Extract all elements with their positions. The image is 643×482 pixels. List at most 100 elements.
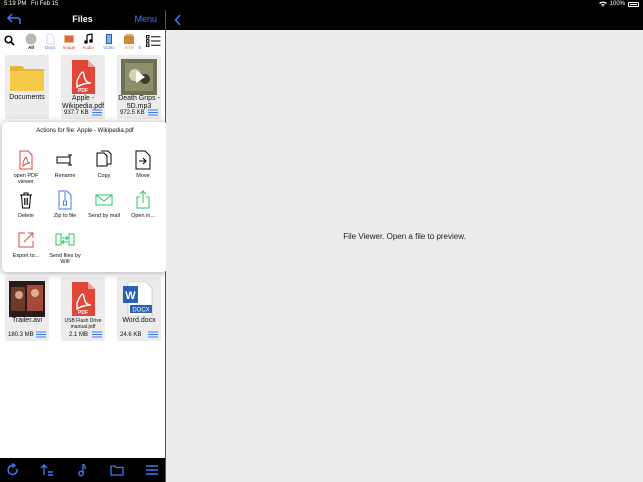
- file-size: 24.6 KB: [120, 332, 142, 338]
- status-right: 100%: [598, 1, 639, 7]
- docx-file-icon: W DOCX: [123, 281, 153, 317]
- filter-label: E: [138, 45, 142, 50]
- action-zip[interactable]: Zip to file: [46, 190, 84, 219]
- other-icon: [137, 36, 143, 44]
- files-nav-bar: Files Menu: [0, 10, 165, 30]
- file-tile-word[interactable]: W DOCX Word.docx 24.6 KB: [117, 277, 161, 341]
- file-size: 180.3 MB: [8, 332, 34, 338]
- action-send-wifi[interactable]: Send files by Wifi: [46, 230, 84, 265]
- pdf-file-icon: PDF: [72, 60, 95, 94]
- action-send-mail[interactable]: Send by mail: [85, 190, 123, 219]
- filter-label: Image: [62, 45, 76, 50]
- filter-docs[interactable]: Docs: [41, 33, 59, 50]
- file-name: Word.docx: [122, 317, 156, 324]
- file-tile-apple-pdf[interactable]: PDF Apple - Wikipedia.pdf 937.7 KB: [61, 55, 105, 119]
- move-icon: [135, 150, 151, 170]
- battery-icon: [628, 1, 639, 7]
- svg-text:PDF: PDF: [78, 88, 88, 94]
- screen: 5:19 PM Fri Feb 15 100% Files Menu All D…: [0, 0, 643, 482]
- action-rename[interactable]: Rename: [46, 150, 84, 179]
- file-tile-usb-manual[interactable]: PDF USB Flash Drive manual.pdf 2.1 MB: [61, 277, 105, 341]
- action-label: Delete: [18, 213, 34, 219]
- video-thumbnail: [9, 281, 45, 317]
- action-open-in[interactable]: Open in...: [124, 190, 162, 219]
- file-menu-icon[interactable]: [148, 331, 158, 338]
- viewer-nav-bar: [166, 10, 643, 30]
- action-delete[interactable]: Delete: [7, 190, 45, 219]
- action-label: Copy: [97, 173, 111, 179]
- share-icon: [136, 190, 150, 209]
- popover-title: Actions for file: Apple - Wikipedia.pdf: [36, 128, 134, 134]
- folder-icon: [10, 66, 44, 91]
- action-label: open PDF viewer: [13, 173, 39, 185]
- viewer-placeholder: File Viewer. Open a file to preview.: [343, 232, 466, 241]
- bottom-toolbar: [0, 458, 165, 482]
- menu-lines-icon[interactable]: [145, 463, 159, 477]
- file-name: USB Flash Drive manual.pdf: [64, 318, 102, 330]
- filter-label: All: [28, 45, 34, 50]
- file-tile-documents[interactable]: Documents: [5, 55, 49, 119]
- filter-label: Video: [103, 45, 115, 50]
- file-menu-icon[interactable]: [92, 331, 102, 338]
- search-icon[interactable]: [4, 35, 15, 46]
- album-art-thumbnail: [121, 59, 157, 95]
- pdf-icon: [19, 150, 33, 170]
- mail-icon: [95, 194, 113, 206]
- audio-icon: [84, 33, 93, 44]
- file-size: 972.5 KB: [120, 110, 145, 116]
- action-label: Send files by Wifi: [49, 253, 81, 265]
- all-icon: [25, 33, 37, 45]
- file-menu-icon[interactable]: [92, 109, 102, 116]
- file-size: 2.1 MB: [69, 332, 89, 338]
- filter-video[interactable]: Video: [100, 33, 118, 50]
- list-view-icon[interactable]: [146, 35, 161, 47]
- chevron-left-icon[interactable]: [174, 14, 182, 26]
- music-player-icon[interactable]: [75, 463, 89, 477]
- filter-label: Docs: [44, 45, 56, 50]
- zip-icon: [58, 190, 72, 210]
- file-viewer-pane: File Viewer. Open a file to preview.: [166, 30, 643, 482]
- action-label: Send by mail: [88, 213, 120, 219]
- status-time: 5:19 PM: [4, 1, 27, 7]
- filter-label: Audio: [82, 45, 94, 50]
- wifi-icon: [598, 1, 607, 7]
- action-label: Rename: [54, 173, 76, 179]
- file-actions-popover: Actions for file: Apple - Wikipedia.pdf …: [2, 122, 168, 272]
- action-label: Zip to file: [53, 213, 77, 219]
- file-menu-icon[interactable]: [148, 109, 158, 116]
- svg-text:W: W: [125, 290, 136, 302]
- file-size: 937.7 KB: [64, 110, 89, 116]
- export-icon: [18, 232, 34, 248]
- image-icon: [64, 35, 74, 43]
- action-open-pdf-viewer[interactable]: open PDF viewer: [7, 150, 45, 185]
- copy-icon: [96, 150, 112, 167]
- svg-text:PDF: PDF: [78, 310, 88, 316]
- filter-bar: All Docs Image Audio Video Arch E: [0, 30, 165, 54]
- action-copy[interactable]: Copy: [85, 150, 123, 179]
- battery-percent: 100%: [609, 1, 625, 7]
- filter-image[interactable]: Image: [60, 33, 78, 50]
- trash-icon: [20, 192, 32, 209]
- file-menu-icon[interactable]: [36, 331, 46, 338]
- action-label: Open in...: [131, 213, 155, 219]
- status-date: Fri Feb 15: [31, 1, 59, 7]
- video-icon: [106, 34, 112, 44]
- action-export[interactable]: Export to...: [7, 230, 45, 259]
- file-tile-death-grips[interactable]: Death Grips - 5D.mp3 972.5 KB: [117, 55, 161, 119]
- rename-icon: [56, 154, 72, 166]
- svg-text:DOCX: DOCX: [132, 308, 149, 314]
- menu-button[interactable]: Menu: [134, 14, 157, 24]
- folder-outline-icon[interactable]: [110, 463, 124, 477]
- pdf-file-icon: PDF: [72, 282, 95, 316]
- transfer-icon[interactable]: [40, 463, 54, 477]
- filter-all[interactable]: All: [22, 33, 40, 50]
- filter-audio[interactable]: Audio: [79, 33, 97, 50]
- action-move[interactable]: Move: [124, 150, 162, 179]
- filter-label: Arch: [124, 45, 134, 50]
- file-name: Trailer.avi: [11, 317, 43, 324]
- file-tile-trailer[interactable]: Trailer.avi 180.3 MB: [5, 277, 49, 341]
- refresh-icon[interactable]: [6, 463, 20, 477]
- filter-other[interactable]: E: [135, 33, 145, 50]
- wifi-transfer-icon: [55, 233, 75, 246]
- file-name: Documents: [9, 94, 45, 101]
